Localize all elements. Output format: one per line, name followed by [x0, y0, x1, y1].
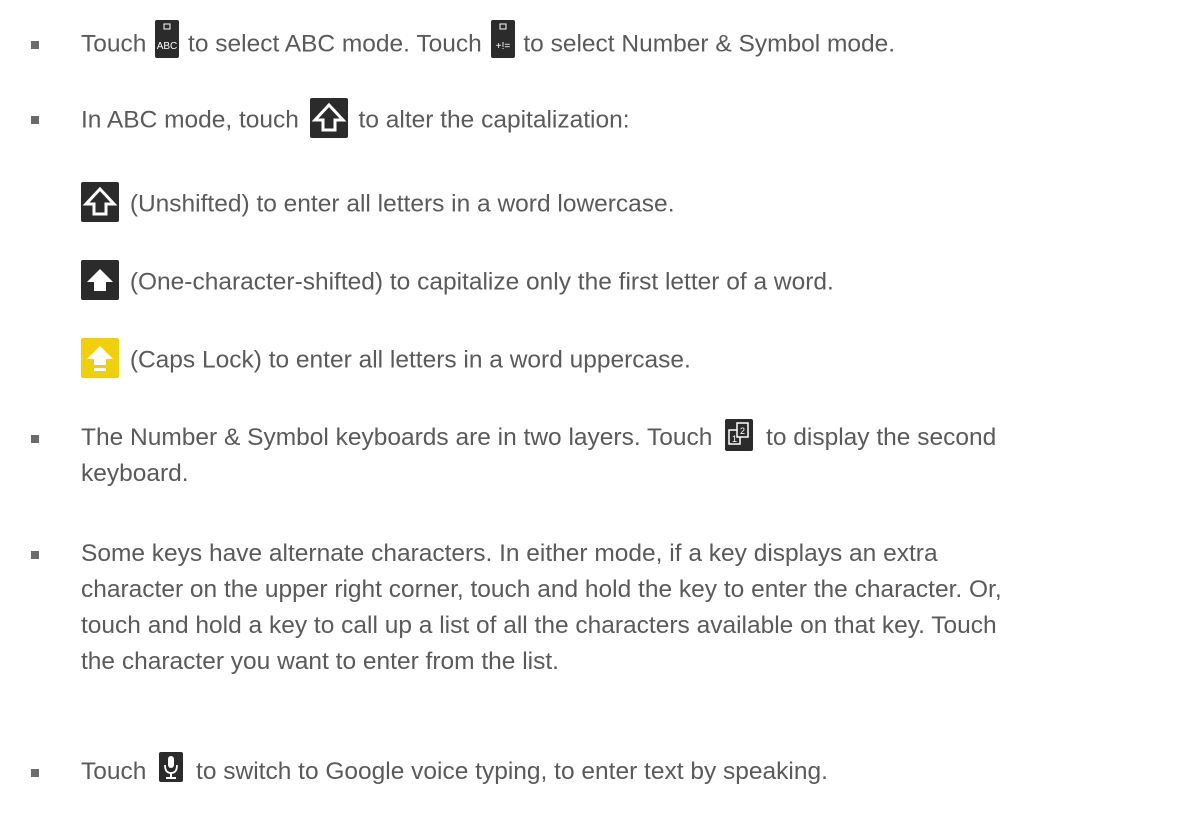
- text-touch: Touch: [81, 758, 147, 785]
- text-select-number-symbol: to select Number & Symbol mode.: [523, 30, 896, 58]
- caps-lock-text: (Caps Lock) to enter all letters in a wo…: [129, 346, 691, 374]
- text-display-second: to display the second: [766, 424, 997, 451]
- text-in-abc-mode: In ABC mode, touch: [81, 106, 299, 134]
- sub-item-caps-lock: (Caps Lock) to enter all letters in a wo…: [81, 338, 691, 381]
- sub-item-one-character-shifted: (One-character-shifted) to capitalize on…: [81, 260, 834, 303]
- text-touch: Touch: [81, 30, 147, 58]
- text-select-abc: to select ABC mode. Touch: [188, 30, 482, 58]
- alternate-chars-line-1: Some keys have alternate characters. In …: [81, 540, 938, 567]
- alternate-chars-line-2: character on the upper right corner, tou…: [81, 576, 1002, 603]
- bullet-text-continuation: keyboard.: [81, 456, 1140, 492]
- text-two-layers: The Number & Symbol keyboards are in two…: [81, 424, 713, 451]
- text-alter-capitalization: to alter the capitalization:: [358, 106, 630, 134]
- bullet-text: Touch to switch to Google voice typing, …: [81, 751, 1140, 790]
- bullet-text-line-4: the character you want to enter from the…: [81, 644, 1140, 680]
- bullet-marker: [31, 41, 39, 49]
- bullet-marker: [31, 769, 39, 777]
- microphone-key-icon: [159, 751, 184, 782]
- text-google-voice-typing: to switch to Google voice typing, to ent…: [196, 758, 828, 785]
- bullet-marker: [31, 551, 39, 559]
- bullet-text-line-2: character on the upper right corner, tou…: [81, 572, 1140, 608]
- number-symbol-key-icon: +!=: [490, 20, 515, 58]
- alternate-chars-line-3: touch and hold a key to call up a list o…: [81, 612, 997, 639]
- layer-key-label-1: 1: [732, 434, 737, 444]
- sub-item-unshifted: (Unshifted) to enter all letters in a wo…: [81, 182, 675, 225]
- shift-unshifted-icon: [81, 182, 119, 222]
- text-keyboard: keyboard.: [81, 460, 189, 487]
- caps-lock-icon: [81, 338, 119, 378]
- shift-key-icon: [309, 98, 348, 138]
- bullet-marker: [31, 435, 39, 443]
- shift-one-character-icon: [81, 260, 119, 300]
- alternate-chars-line-4: the character you want to enter from the…: [81, 648, 559, 675]
- layer-key-label-2: 2: [740, 426, 745, 436]
- unshifted-text: (Unshifted) to enter all letters in a wo…: [129, 190, 675, 218]
- symbol-key-label: +!=: [495, 41, 510, 52]
- abc-key-label: ABC: [157, 41, 178, 52]
- bullet-text-line-1: Some keys have alternate characters. In …: [81, 536, 1140, 572]
- bullet-text: In ABC mode, touch to alter the capitali…: [81, 98, 1140, 141]
- bullet-text-line-3: touch and hold a key to call up a list o…: [81, 608, 1140, 644]
- bullet-marker: [31, 116, 39, 124]
- bullet-text: Touch ABC to select ABC mode. Touch +!= …: [81, 20, 1140, 64]
- one-character-shifted-text: (One-character-shifted) to capitalize on…: [129, 268, 834, 296]
- bullet-text: The Number & Symbol keyboards are in two…: [81, 418, 1140, 456]
- layer-switch-key-icon: 1 2: [725, 418, 754, 451]
- abc-mode-key-icon: ABC: [155, 20, 180, 58]
